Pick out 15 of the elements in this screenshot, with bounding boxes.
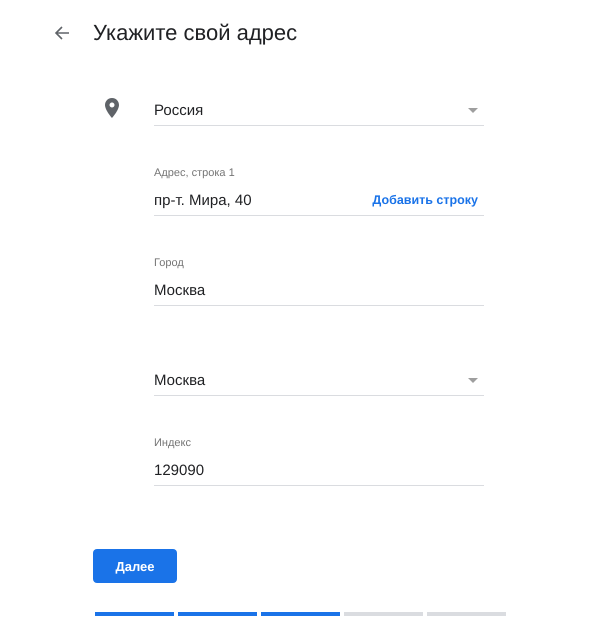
dropdown-field[interactable]: Россия bbox=[154, 95, 484, 126]
input-field[interactable]: 129090 bbox=[154, 455, 484, 486]
add-line-link[interactable]: Добавить строку bbox=[372, 193, 478, 207]
input-field[interactable]: Москва bbox=[154, 275, 484, 306]
dropdown-caret-icon bbox=[468, 108, 478, 112]
field-label: Город bbox=[154, 257, 185, 269]
next-button[interactable]: Далее bbox=[93, 549, 177, 583]
field-label: Индекс bbox=[154, 437, 192, 449]
dropdown-field[interactable]: Москва bbox=[154, 365, 484, 396]
location-pin-icon bbox=[105, 98, 119, 118]
page-title: Укажите свой адрес bbox=[93, 20, 298, 46]
back-arrow-icon[interactable] bbox=[54, 25, 70, 41]
input-field[interactable]: пр-т. Мира, 40 Добавить строку bbox=[154, 185, 484, 216]
field-label: Адрес, строка 1 bbox=[154, 167, 236, 179]
dropdown-caret-icon bbox=[468, 378, 478, 382]
